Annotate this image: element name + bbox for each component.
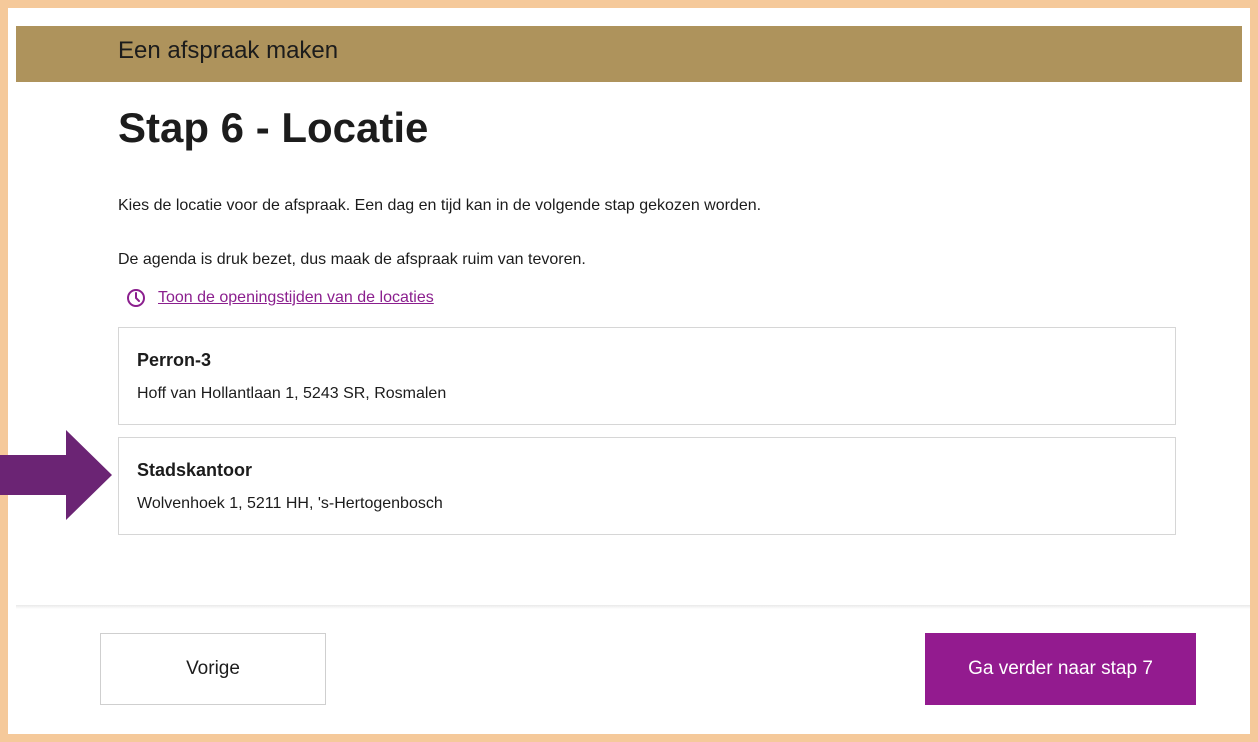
intro-text: Kies de locatie voor de afspraak. Een da…: [118, 197, 762, 214]
page-title: Stap 6 - Locatie: [118, 104, 429, 151]
opening-hours-link-label: Toon de openingstijden van de locaties: [158, 289, 434, 306]
location-option-perron-3[interactable]: Perron-3 Hoff van Hollantlaan 1, 5243 SR…: [118, 327, 1176, 425]
location-name: Stadskantoor: [137, 460, 253, 480]
location-name: Perron-3: [137, 350, 212, 370]
clock-icon: [126, 288, 146, 308]
notice-text: De agenda is druk bezet, dus maak de afs…: [118, 251, 586, 268]
location-address: Hoff van Hollantlaan 1, 5243 SR, Rosmale…: [137, 385, 447, 402]
location-address: Wolvenhoek 1, 5211 HH, 's-Hertogenbosch: [137, 495, 443, 512]
header-title: Een afspraak maken: [118, 37, 339, 64]
location-option-stadskantoor[interactable]: Stadskantoor Wolvenhoek 1, 5211 HH, 's-H…: [118, 437, 1176, 535]
previous-button[interactable]: Vorige: [100, 633, 326, 705]
pointer-arrow-icon: [0, 430, 112, 520]
next-step-button[interactable]: Ga verder naar stap 7: [925, 633, 1196, 705]
footer-divider: [16, 605, 1250, 609]
opening-hours-link[interactable]: Toon de openingstijden van de locaties: [126, 288, 434, 308]
